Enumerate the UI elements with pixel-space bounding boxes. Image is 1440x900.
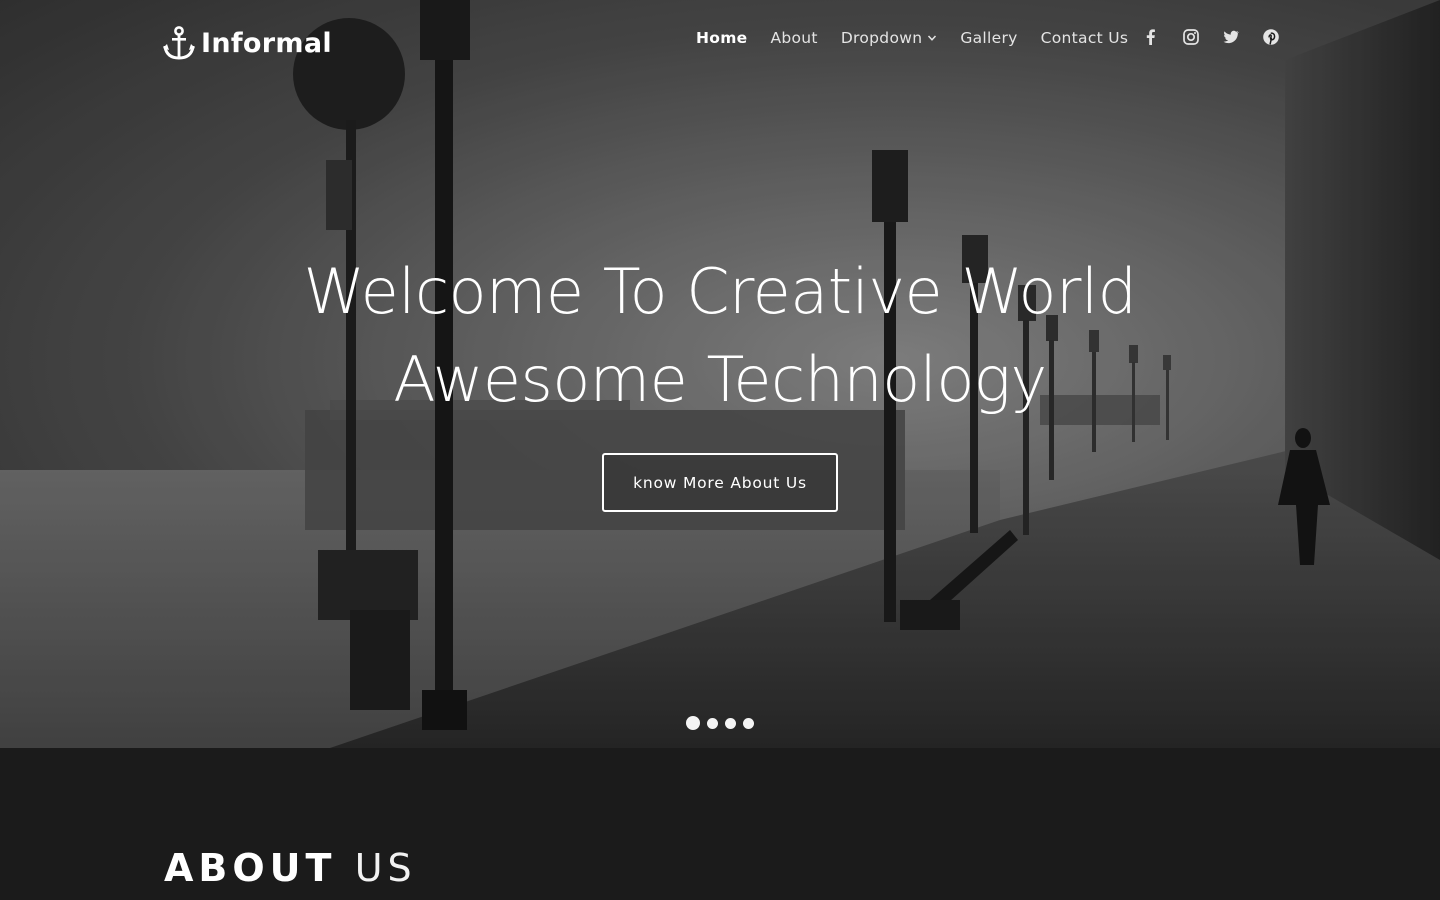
twitter-icon[interactable] [1221,27,1241,47]
nav-home[interactable]: Home [696,29,747,47]
hero-headline-line1: Welcome To Creative World [303,255,1137,328]
brand-logo[interactable]: Informal [163,24,332,62]
anchor-icon [163,26,195,60]
social-links [1141,27,1281,47]
hero-headline: Welcome To Creative World Awesome Techno… [220,248,1220,424]
know-more-button[interactable]: know More About Us [602,453,838,512]
about-title-bold: ABOUT [164,846,337,890]
main-nav: Home About Dropdown Gallery Contact Us [696,26,1151,50]
nav-gallery[interactable]: Gallery [960,29,1017,47]
facebook-icon[interactable] [1141,27,1161,47]
slide-dot-4[interactable] [743,717,754,729]
brand-name: Informal [201,27,332,59]
chevron-down-icon [928,35,937,41]
slide-dot-3[interactable] [725,717,736,729]
slide-dot-1[interactable] [686,716,700,730]
slide-dot-2[interactable] [707,717,718,729]
nav-dropdown[interactable]: Dropdown [841,29,938,47]
nav-contact[interactable]: Contact Us [1041,29,1129,47]
pinterest-icon[interactable] [1261,27,1281,47]
slider-pagination [686,716,754,730]
instagram-icon[interactable] [1181,27,1201,47]
about-section-title: ABOUT US [164,846,417,890]
hero-headline-line2: Awesome Technology [393,343,1047,416]
nav-about[interactable]: About [770,29,817,47]
about-title-light: US [354,846,417,890]
nav-dropdown-label: Dropdown [840,29,923,47]
